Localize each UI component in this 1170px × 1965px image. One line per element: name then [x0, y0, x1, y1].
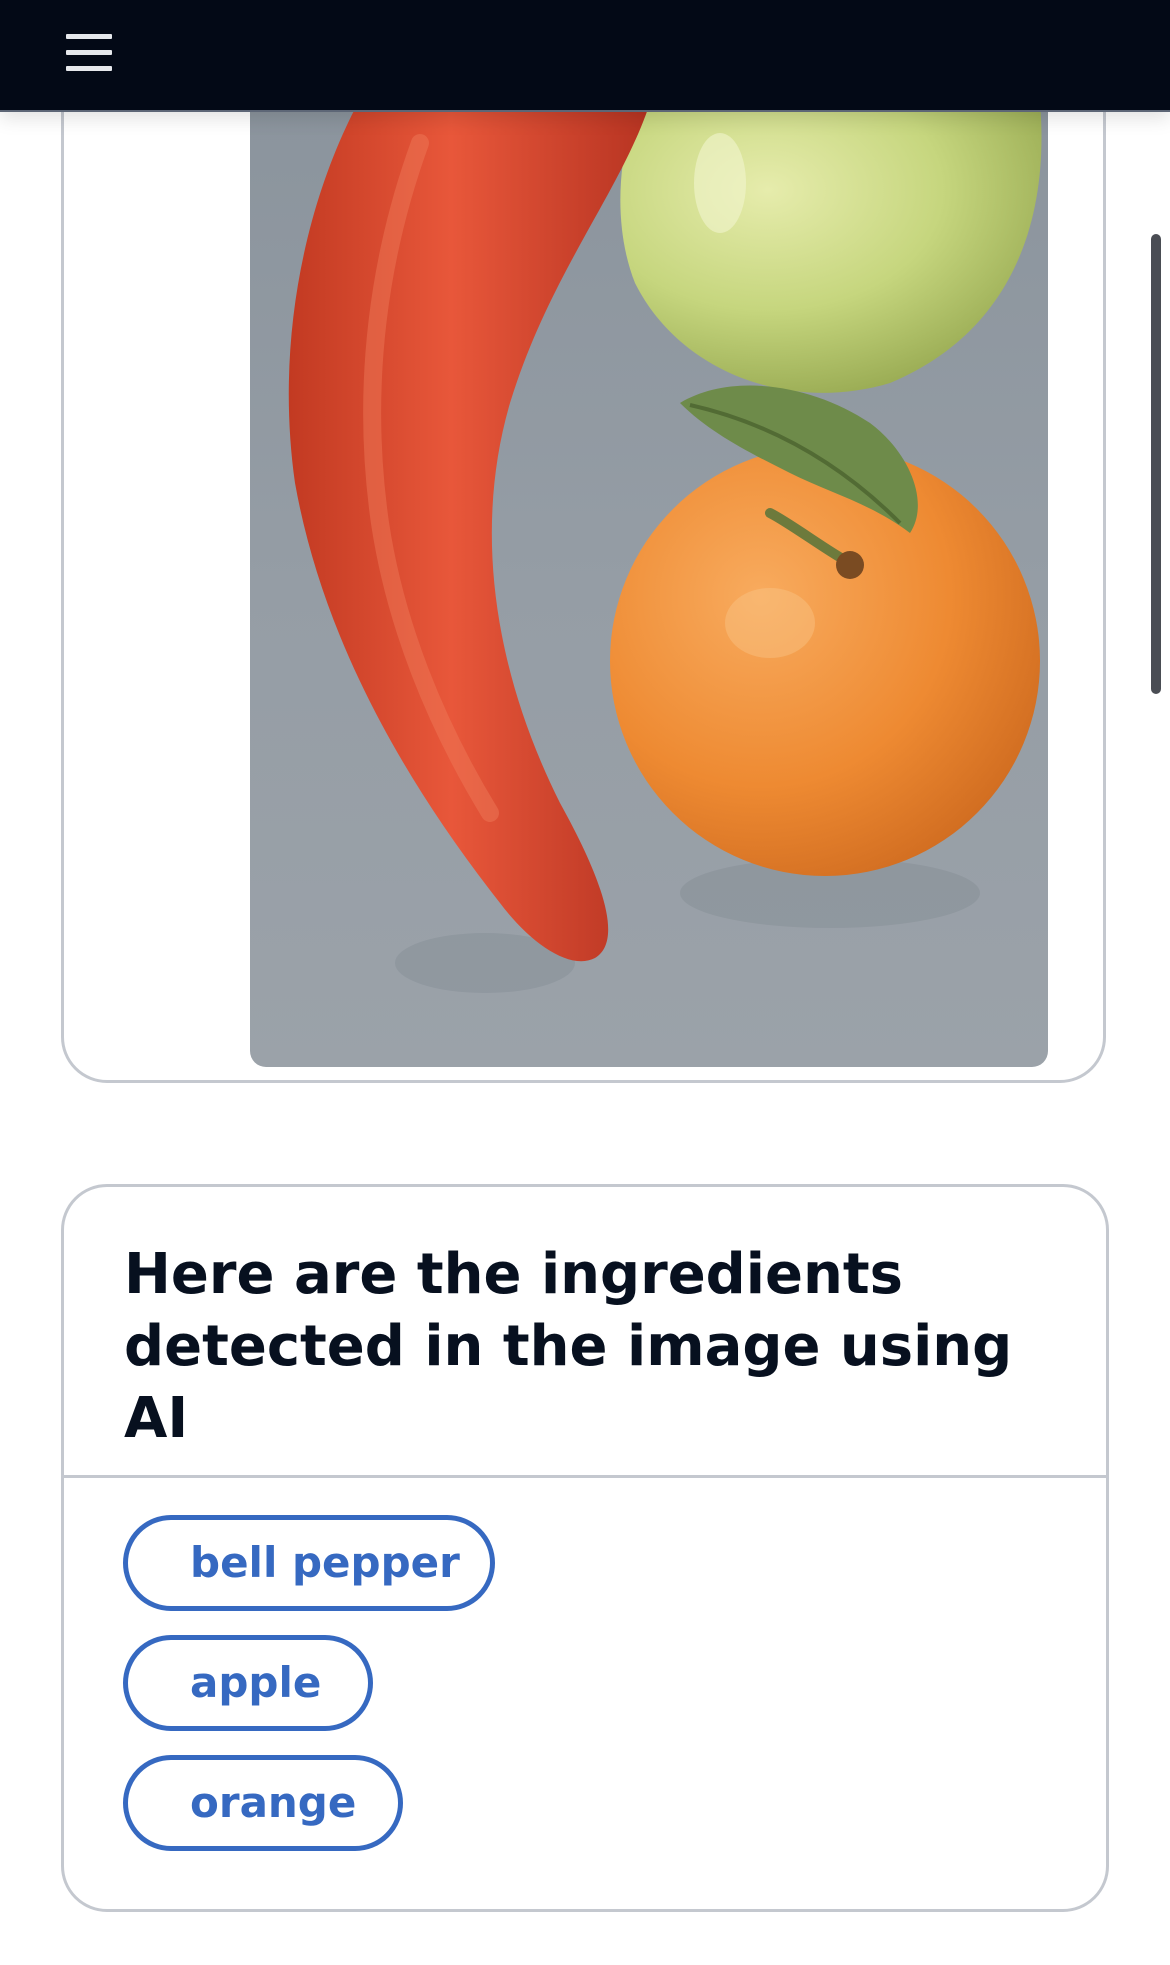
uploaded-photo [250, 103, 1048, 1067]
ingredient-chip-list: bell pepper apple orange [123, 1515, 495, 1875]
ingredient-chip-bell-pepper[interactable]: bell pepper [123, 1515, 495, 1611]
hamburger-menu-icon[interactable] [66, 34, 112, 74]
page-scrollbar[interactable] [1151, 234, 1161, 694]
ingredient-chip-apple[interactable]: apple [123, 1635, 373, 1731]
card-divider [64, 1475, 1106, 1478]
top-bar [0, 0, 1170, 112]
ingredients-heading: Here are the ingredients detected in the… [124, 1242, 1013, 1451]
uploaded-image-card [61, 40, 1106, 1083]
ingredient-chip-orange[interactable]: orange [123, 1755, 403, 1851]
ingredients-card: Here are the ingredients detected in the… [61, 1184, 1109, 1912]
